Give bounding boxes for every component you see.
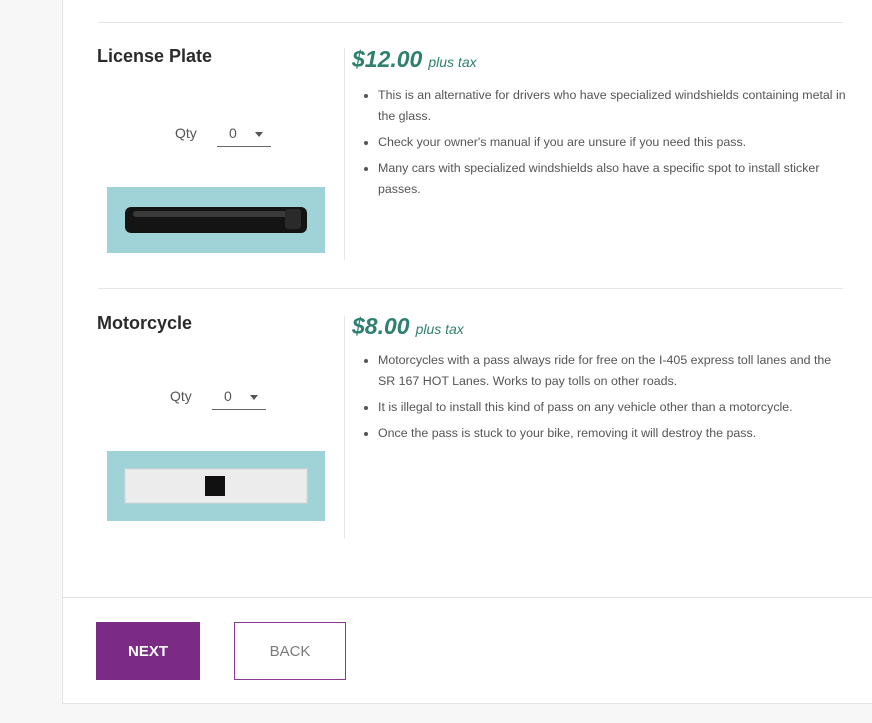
next-button[interactable]: NEXT bbox=[96, 622, 200, 680]
qty-select[interactable]: 0 bbox=[217, 124, 271, 147]
qty-select[interactable]: 0 bbox=[212, 387, 266, 410]
price-amount: $12.00 bbox=[352, 46, 423, 72]
product-name: Motorcycle bbox=[97, 313, 193, 333]
product-divider bbox=[98, 288, 843, 289]
chevron-down-icon bbox=[250, 395, 258, 400]
list-item: Motorcycles with a pass always ride for … bbox=[378, 350, 848, 392]
price-amount: $8.00 bbox=[352, 313, 410, 339]
price: $8.00 plus tax bbox=[352, 313, 464, 340]
qty-label: Qty bbox=[170, 388, 192, 404]
license-plate-pass-icon bbox=[125, 207, 307, 233]
product-name: License Plate bbox=[97, 46, 213, 66]
list-item: Once the pass is stuck to your bike, rem… bbox=[378, 423, 848, 444]
qty-value: 0 bbox=[224, 388, 232, 404]
price: $12.00 plus tax bbox=[352, 46, 477, 73]
column-separator bbox=[344, 316, 345, 538]
top-divider bbox=[98, 22, 843, 23]
price-suffix: plus tax bbox=[428, 54, 477, 70]
price-suffix: plus tax bbox=[415, 321, 464, 337]
qty-label: Qty bbox=[175, 125, 197, 141]
list-item: This is an alternative for drivers who h… bbox=[378, 85, 848, 127]
list-item: It is illegal to install this kind of pa… bbox=[378, 397, 848, 418]
motorcycle-pass-image bbox=[107, 451, 325, 521]
back-button[interactable]: BACK bbox=[234, 622, 346, 680]
license-plate-pass-image bbox=[107, 187, 325, 253]
list-item: Check your owner's manual if you are uns… bbox=[378, 132, 848, 153]
list-item: Many cars with specialized windshields a… bbox=[378, 158, 848, 200]
motorcycle-pass-icon bbox=[124, 468, 308, 504]
feature-list: This is an alternative for drivers who h… bbox=[356, 85, 848, 205]
qty-value: 0 bbox=[229, 125, 237, 141]
chevron-down-icon bbox=[255, 132, 263, 137]
footer-divider bbox=[62, 597, 872, 598]
feature-list: Motorcycles with a pass always ride for … bbox=[356, 350, 848, 449]
column-separator bbox=[344, 48, 345, 260]
